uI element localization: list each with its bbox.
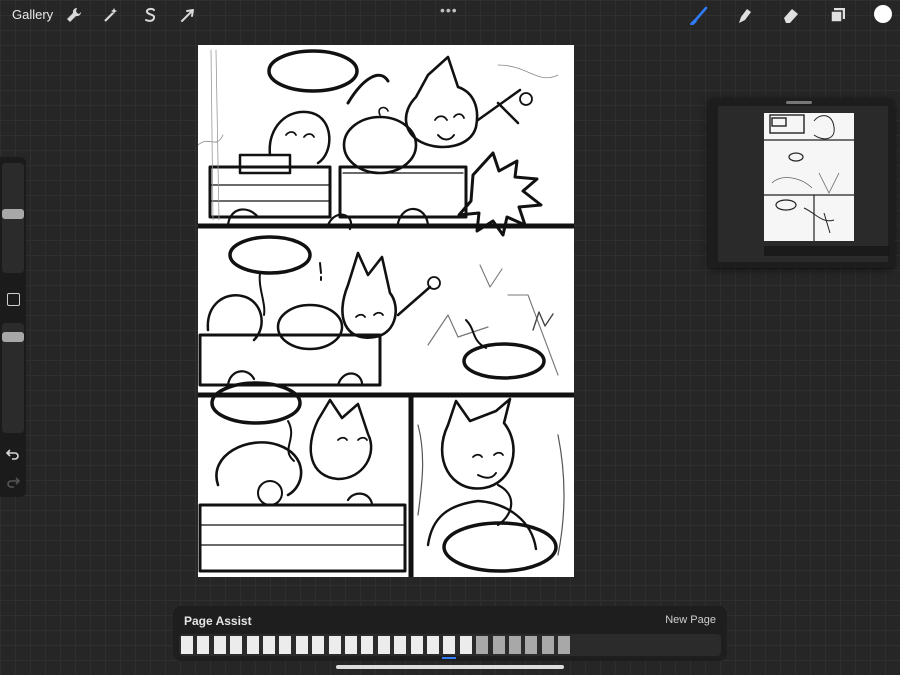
selected-page-indicator: [442, 657, 457, 659]
page-thumbnail[interactable]: [410, 636, 423, 654]
page-thumbnail[interactable]: [279, 636, 292, 654]
reference-page-preview: [764, 113, 854, 241]
left-sidebar: [0, 157, 26, 497]
page-thumbnail[interactable]: [492, 636, 505, 654]
page-thumbnail[interactable]: [328, 636, 341, 654]
page-thumbnail[interactable]: [459, 636, 472, 654]
page-thumbnail[interactable]: [427, 636, 439, 654]
wrench-icon[interactable]: [64, 5, 84, 25]
reference-preview: [718, 106, 890, 262]
smudge-icon[interactable]: [735, 5, 755, 25]
modify-button[interactable]: [7, 293, 20, 306]
page-thumbnail[interactable]: [345, 636, 357, 654]
page-thumbnail[interactable]: [246, 636, 259, 654]
page-assist-panel: Page Assist New Page: [173, 606, 727, 661]
page-thumbnail[interactable]: [361, 636, 374, 654]
page-thumbnail[interactable]: [509, 636, 521, 654]
gallery-button[interactable]: Gallery: [12, 7, 53, 22]
page-thumbnail[interactable]: [377, 636, 390, 654]
reference-page-strip: [764, 246, 890, 256]
page-thumbnail[interactable]: [443, 636, 456, 654]
top-toolbar: Gallery •••: [0, 0, 900, 30]
reference-drag-handle[interactable]: [786, 101, 812, 104]
opacity-knob[interactable]: [2, 332, 24, 342]
page-thumbnail[interactable]: [476, 636, 489, 654]
page-assist-title: Page Assist: [184, 614, 252, 628]
magic-wand-icon[interactable]: [101, 5, 121, 25]
brush-size-slider[interactable]: [2, 163, 24, 273]
page-thumbnail[interactable]: [312, 636, 325, 654]
reference-window[interactable]: [708, 98, 894, 268]
page-thumbnail[interactable]: [213, 636, 226, 654]
brush-size-knob[interactable]: [2, 209, 24, 219]
page-thumbnail[interactable]: [525, 636, 538, 654]
page-thumbnail[interactable]: [558, 636, 571, 654]
color-icon[interactable]: [874, 5, 892, 23]
page-thumbnail[interactable]: [230, 636, 243, 654]
page-thumbnail[interactable]: [394, 636, 407, 654]
layers-icon[interactable]: [828, 5, 848, 25]
selection-s-icon[interactable]: [140, 5, 160, 25]
page-thumbnail[interactable]: [541, 636, 554, 654]
more-options-button[interactable]: •••: [440, 2, 458, 18]
opacity-slider[interactable]: [2, 323, 24, 433]
drawing-canvas[interactable]: [198, 45, 574, 577]
eraser-icon[interactable]: [781, 5, 801, 25]
new-page-button[interactable]: New Page: [665, 614, 716, 626]
page-thumbnail[interactable]: [263, 636, 275, 654]
transform-arrow-icon[interactable]: [178, 5, 198, 25]
page-thumbnail[interactable]: [295, 636, 308, 654]
brush-icon[interactable]: [690, 5, 710, 26]
page-thumbnail-strip: [179, 634, 721, 659]
home-indicator: [336, 665, 564, 669]
undo-icon[interactable]: [5, 447, 20, 461]
page-thumbnail[interactable]: [197, 636, 210, 654]
comic-sketch-artwork: [198, 49, 574, 577]
redo-icon[interactable]: [6, 475, 21, 489]
page-thumbnail[interactable]: [181, 636, 193, 654]
